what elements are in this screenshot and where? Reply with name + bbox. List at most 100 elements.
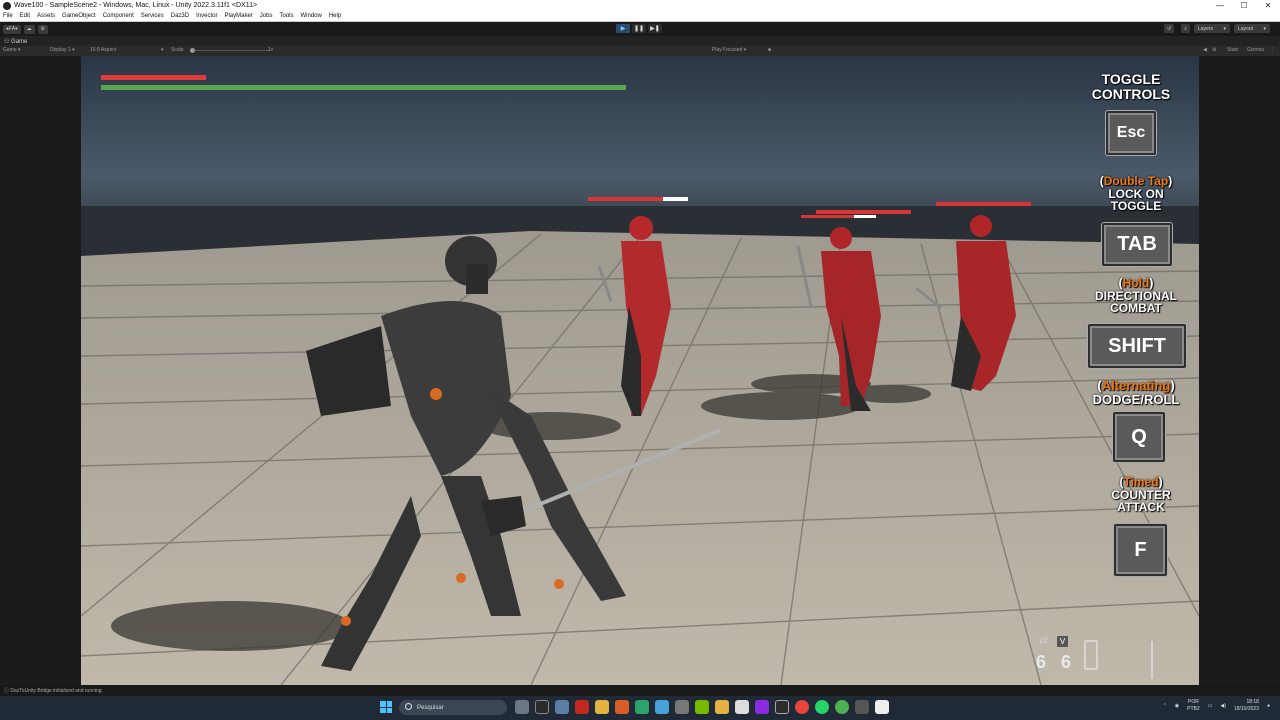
search-icon[interactable]: ⌕: [1181, 24, 1190, 33]
search-placeholder: Pesquisar: [417, 704, 444, 711]
app-icon[interactable]: [555, 700, 569, 714]
control-line: COMBAT: [1110, 301, 1162, 316]
cloud-icon[interactable]: ☁: [23, 24, 35, 34]
scale-value: 1x: [268, 47, 274, 53]
app-icon[interactable]: [635, 700, 649, 714]
layout-dropdown[interactable]: Layout ▾: [1234, 24, 1270, 33]
minimize-button[interactable]: —: [1208, 1, 1232, 10]
app-icon[interactable]: [575, 700, 589, 714]
close-button[interactable]: ✕: [1256, 1, 1280, 10]
language-indicator[interactable]: POR PTB2: [1187, 699, 1200, 712]
services-icon[interactable]: ⚙: [37, 24, 49, 34]
account-dropdown[interactable]: ● FA ▾: [3, 24, 21, 34]
enemy-health-lost: [854, 215, 876, 218]
task-view-icon[interactable]: [515, 700, 529, 714]
app-icon[interactable]: [655, 700, 669, 714]
mute-icon[interactable]: ■: [768, 47, 771, 53]
toggle-controls-label: TOGGLE CONTROLS: [1071, 72, 1191, 101]
app-icon[interactable]: [675, 700, 689, 714]
aspect-dropdown[interactable]: 16:9 Aspect: [90, 47, 116, 53]
app-icon[interactable]: [535, 700, 549, 714]
settings-icon[interactable]: ⚙: [1212, 47, 1216, 53]
app-icon[interactable]: [835, 700, 849, 714]
display-dropdown[interactable]: Display 1 ▾: [50, 47, 74, 53]
start-button[interactable]: [380, 701, 392, 713]
aspect-chevron-icon[interactable]: ▾: [161, 47, 164, 53]
menu-help[interactable]: Help: [329, 13, 341, 19]
play-button[interactable]: ▶: [616, 24, 630, 33]
nvidia-icon[interactable]: [695, 700, 709, 714]
app-icon[interactable]: [615, 700, 629, 714]
notifications-icon[interactable]: ●: [1267, 703, 1270, 709]
app-icon[interactable]: [855, 700, 869, 714]
enemy-health-bar: [588, 197, 663, 201]
menu-component[interactable]: Component: [103, 13, 134, 19]
esc-key: Esc: [1106, 111, 1156, 155]
chrome-icon[interactable]: [795, 700, 809, 714]
tray-app-icon[interactable]: ◉: [1175, 703, 1179, 709]
counter-attack-label: (Timed) COUNTER ATTACK: [1081, 476, 1199, 514]
volume-icon[interactable]: ◀): [1220, 703, 1226, 709]
game-mode-dropdown[interactable]: Game ▾: [3, 47, 21, 53]
display-label: Display 1: [50, 47, 71, 53]
clock[interactable]: 18:18 18/10/2023: [1234, 699, 1259, 712]
menu-gameobject[interactable]: GameObject: [62, 13, 96, 19]
layers-dropdown[interactable]: Layers ▾: [1194, 24, 1230, 33]
control-line: TOGGLE: [1101, 71, 1161, 87]
ammo-left: 6: [1036, 652, 1047, 672]
enemy-health-bar: [816, 210, 911, 214]
play-controls: ▶ ❚❚ ▶❚: [616, 24, 662, 33]
more-icon[interactable]: ⋮: [1270, 47, 1275, 53]
play-mode-dropdown[interactable]: Play Focused ▾: [712, 47, 746, 53]
main-toolbar: ● FA ▾ ☁ ⚙ ▶ ❚❚ ▶❚ ↺ ⌕ Layers ▾ Layout ▾: [0, 22, 1280, 36]
tray-chevron-icon[interactable]: ⌃: [1163, 703, 1167, 709]
layout-label: Layout: [1238, 25, 1254, 32]
taskbar-search[interactable]: Pesquisar: [399, 700, 507, 715]
scale-slider-handle[interactable]: [190, 48, 195, 53]
title-bar: Wave100 - SampleScene2 - Windows, Mac, L…: [0, 0, 1280, 11]
play-mode-label: Play Focused: [712, 47, 743, 53]
menu-edit[interactable]: Edit: [20, 13, 30, 19]
stats-button[interactable]: Stats: [1227, 47, 1238, 53]
unity-taskbar-icon[interactable]: [735, 700, 749, 714]
control-prefix: Hold: [1122, 276, 1150, 290]
app-icon[interactable]: [775, 700, 789, 714]
q-key: Q: [1113, 412, 1165, 462]
item-icon: [1084, 640, 1098, 670]
scale-slider[interactable]: [190, 50, 270, 51]
maximize-button[interactable]: ☐: [1232, 1, 1256, 10]
step-button[interactable]: ▶❚: [648, 24, 662, 33]
f-key: F: [1114, 524, 1167, 576]
menu-jobs[interactable]: Jobs: [260, 13, 273, 19]
shift-key: SHIFT: [1088, 324, 1186, 368]
app-icon[interactable]: [755, 700, 769, 714]
game-tab[interactable]: ⚇ Game: [4, 38, 27, 45]
history-icon[interactable]: ↺: [1163, 24, 1175, 33]
menu-window[interactable]: Window: [301, 13, 322, 19]
menu-playmaker[interactable]: PlayMaker: [224, 13, 252, 19]
audio-icon[interactable]: ◀: [1203, 47, 1207, 53]
network-icon[interactable]: ▭: [1208, 703, 1213, 709]
menu-services[interactable]: Services: [141, 13, 164, 19]
language-code: POR: [1188, 699, 1199, 705]
menu-invector[interactable]: Invector: [196, 13, 217, 19]
hud-divider: [1151, 641, 1153, 679]
folder-icon[interactable]: [715, 700, 729, 714]
menu-tools[interactable]: Tools: [279, 13, 293, 19]
game-tab-label: Game: [11, 38, 28, 45]
menu-assets[interactable]: Assets: [37, 13, 55, 19]
game-view-bar: Game ▾ Display 1 ▾ 16:9 Aspect ▾ Scale 1…: [0, 46, 1280, 56]
menu-file[interactable]: File: [3, 13, 13, 19]
pause-button[interactable]: ❚❚: [632, 24, 646, 33]
gizmos-button[interactable]: Gizmos: [1247, 47, 1264, 53]
menu-daz3d[interactable]: Daz3D: [171, 13, 189, 19]
game-viewport[interactable]: TOGGLE CONTROLS Esc (Double Tap) LOCK ON…: [81, 56, 1199, 685]
whatsapp-icon[interactable]: [815, 700, 829, 714]
file-explorer-icon[interactable]: [595, 700, 609, 714]
toolbar-right: ↺ ⌕ Layers ▾ Layout ▾: [1161, 24, 1270, 33]
app-icon[interactable]: [875, 700, 889, 714]
enemy-health-lost: [663, 197, 688, 201]
unity-icon: [3, 1, 11, 10]
window-title: Wave100 - SampleScene2 - Windows, Mac, L…: [14, 2, 258, 9]
aspect-label: 16:9 Aspect: [90, 47, 117, 53]
